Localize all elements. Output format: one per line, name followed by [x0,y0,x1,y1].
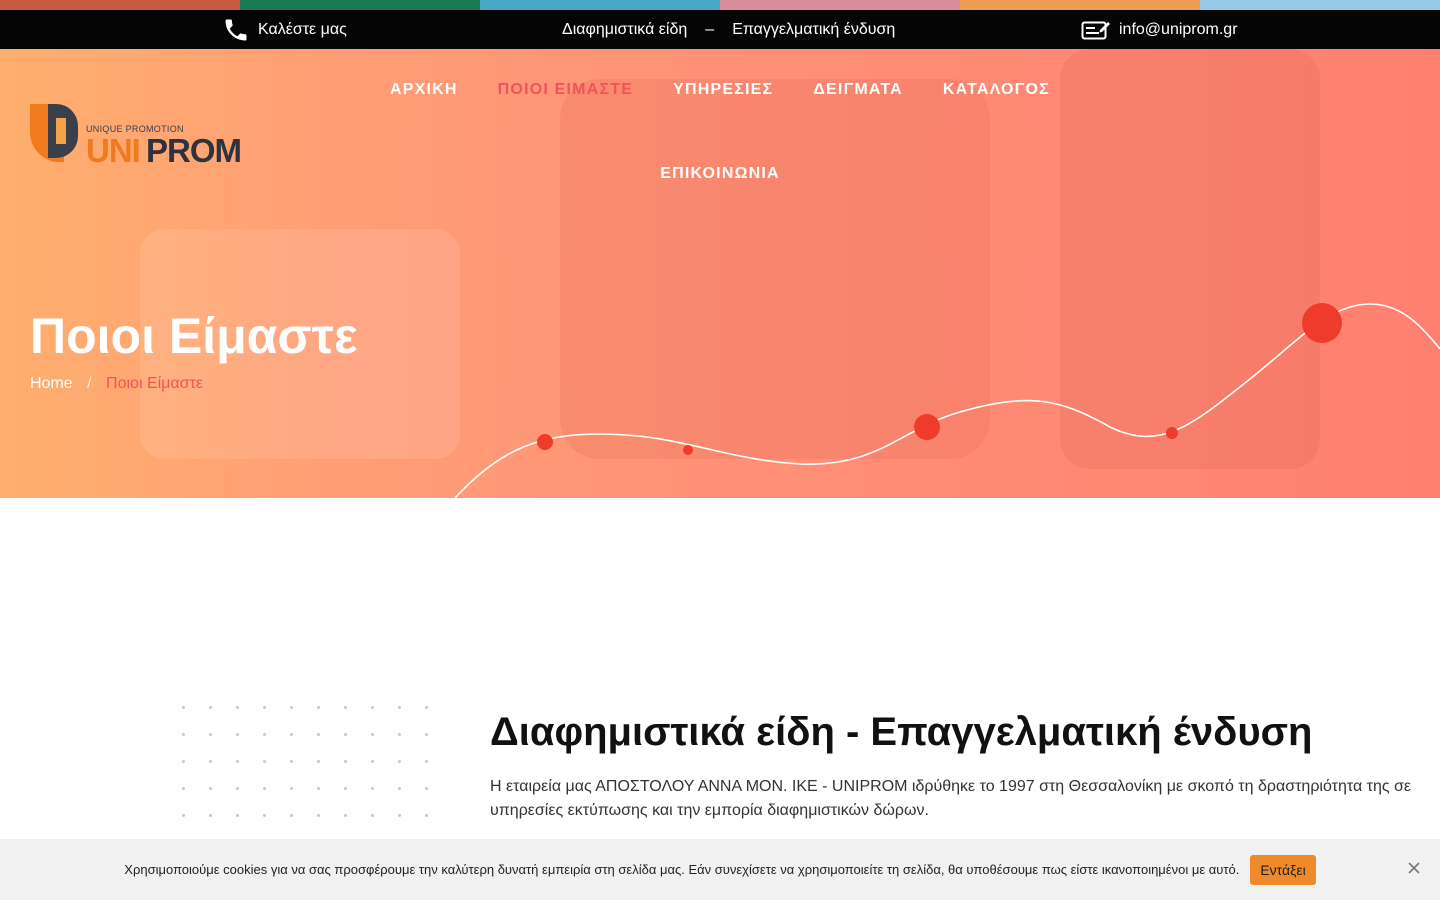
grid-dot [290,706,293,709]
grid-dot [236,787,239,790]
cookie-notice-text: Χρησιμοποιούμε cookies για να σας προσφέ… [124,862,1240,877]
color-strip-segment [1200,0,1440,10]
grid-dot [236,733,239,736]
top-contact-bar: Καλέστε μας Διαφημιστικά είδη – Επαγγελμ… [0,10,1440,49]
grid-dot [209,760,212,763]
cookie-accept-button[interactable]: Εντάξει [1250,854,1316,885]
grid-dot [344,814,347,817]
breadcrumb-current: Ποιοι Είμαστε [106,375,203,392]
tagline-right: Επαγγελματική ένδυση [732,20,896,38]
grid-dot [398,787,401,790]
decorative-dot-grid [182,706,432,836]
wave-dot [683,445,693,455]
cookie-notice-bar: Χρησιμοποιούμε cookies για να σας προσφέ… [0,839,1440,900]
color-strip-segment [480,0,720,10]
grid-dot [263,760,266,763]
grid-dot [371,814,374,817]
uniprom-logo[interactable]: UNIQUE PROMOTION UNI PROM [28,104,248,169]
email-link[interactable]: info@uniprom.gr [1081,10,1238,49]
grid-dot [371,787,374,790]
hero-banner: UNIQUE PROMOTION UNI PROM ΑΡΧΙΚΗ ΠΟΙΟΙ Ε… [0,49,1440,498]
email-address: info@uniprom.gr [1119,20,1238,38]
top-color-strip [0,0,1440,10]
color-strip-segment [0,0,240,10]
grid-dot [290,787,293,790]
grid-dot [182,706,185,709]
grid-dot [290,814,293,817]
grid-dot [290,760,293,763]
grid-dot [236,706,239,709]
nav-item-samples[interactable]: ΔΕΙΓΜΑΤΑ [813,81,903,99]
color-strip-segment [720,0,960,10]
grid-dot [344,760,347,763]
color-strip-segment [240,0,480,10]
wave-dot [1166,427,1178,439]
grid-dot [344,733,347,736]
phone-icon [225,19,247,40]
grid-dot [182,814,185,817]
grid-dot [371,706,374,709]
grid-dot [425,706,428,709]
grid-dot [317,787,320,790]
nav-item-about[interactable]: ΠΟΙΟΙ ΕΙΜΑΣΤΕ [498,81,633,99]
grid-dot [398,760,401,763]
nav-row: ΑΡΧΙΚΗ ΠΟΙΟΙ ΕΙΜΑΣΤΕ ΥΠΗΡΕΣΙΕΣ ΔΕΙΓΜΑΤΑ … [350,69,1090,111]
grid-dot [371,733,374,736]
nav-item-services[interactable]: ΥΠΗΡΕΣΙΕΣ [673,81,773,99]
grid-dot [263,706,266,709]
tagline-left: Διαφημιστικά είδη [562,20,688,38]
grid-dot [209,733,212,736]
email-edit-icon [1081,21,1110,39]
grid-dot [236,760,239,763]
grid-dot [398,814,401,817]
grid-dot [317,814,320,817]
close-icon[interactable] [1404,858,1424,878]
tagline-separator: – [705,20,715,38]
grid-dot [344,706,347,709]
grid-dot [209,787,212,790]
call-us-label: Καλέστε μας [258,20,347,38]
grid-dot [398,706,401,709]
breadcrumb-separator: / [87,375,92,392]
grid-dot [182,787,185,790]
nav-row: ΕΠΙΚΟΙΝΩΝΙΑ [350,153,1090,195]
grid-dot [425,814,428,817]
breadcrumb: Home / Ποιοι Είμαστε [30,375,203,393]
nav-item-contact[interactable]: ΕΠΙΚΟΙΝΩΝΙΑ [660,165,780,183]
grid-dot [263,733,266,736]
wave-dot [914,414,940,440]
grid-dot [182,733,185,736]
nav-item-catalog[interactable]: ΚΑΤΑΛΟΓΟΣ [943,81,1050,99]
logo-prom: PROM [146,132,242,169]
nav-item-home[interactable]: ΑΡΧΙΚΗ [390,81,458,99]
color-strip-segment [960,0,1200,10]
grid-dot [317,760,320,763]
call-us-link[interactable]: Καλέστε μας [222,10,347,49]
grid-dot [425,733,428,736]
grid-dot [371,760,374,763]
section-text: Η εταιρεία μας ΑΠΟΣΤΟΛΟΥ ΑΝΝΑ ΜΟΝ. ΙΚΕ -… [490,778,1412,819]
top-tagline: Διαφημιστικά είδη – Επαγγελματική ένδυση [562,10,895,49]
grid-dot [263,814,266,817]
grid-dot [425,787,428,790]
grid-dot [317,733,320,736]
breadcrumb-home-link[interactable]: Home [30,375,73,392]
grid-dot [182,760,185,763]
grid-dot [290,733,293,736]
grid-dot [398,733,401,736]
grid-dot [344,787,347,790]
grid-dot [317,706,320,709]
logo-uni: UNI [86,132,141,169]
grid-dot [209,814,212,817]
grid-dot [425,760,428,763]
main-navigation: ΑΡΧΙΚΗ ΠΟΙΟΙ ΕΙΜΑΣΤΕ ΥΠΗΡΕΣΙΕΣ ΔΕΙΓΜΑΤΑ … [350,69,1090,195]
wave-dot [1302,303,1342,343]
grid-dot [209,706,212,709]
wave-dot [537,434,553,450]
grid-dot [263,787,266,790]
grid-dot [236,814,239,817]
page-title: Ποιοι Είμαστε [30,308,358,364]
section-title: Διαφημιστικά είδη - Επαγγελματική ένδυση [490,710,1313,754]
